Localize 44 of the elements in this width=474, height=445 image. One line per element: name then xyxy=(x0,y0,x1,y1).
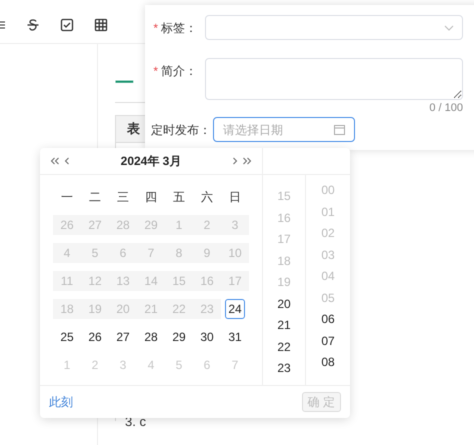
hour-option[interactable]: 22 xyxy=(277,338,291,359)
chevron-down-icon xyxy=(444,24,454,30)
list-icon[interactable] xyxy=(0,18,6,30)
day-cell[interactable]: 31 xyxy=(225,327,245,347)
date-input[interactable]: 请选择日期 xyxy=(223,120,323,138)
minute-option[interactable]: 06 xyxy=(321,310,335,332)
day-cell[interactable]: 29 xyxy=(169,327,189,347)
field-label: 简介： xyxy=(161,63,197,80)
hour-option[interactable]: 23 xyxy=(277,359,291,380)
date-field[interactable]: 请选择日期 xyxy=(213,117,355,142)
weekday-label: 五 xyxy=(172,189,186,206)
weekday-label: 二 xyxy=(88,189,102,206)
strikethrough-icon[interactable] xyxy=(26,18,40,32)
table-icon[interactable] xyxy=(94,18,108,32)
double-chevron-left-icon[interactable] xyxy=(50,157,60,165)
minute-option[interactable]: 07 xyxy=(321,332,335,353)
textarea-field[interactable] xyxy=(205,58,463,100)
weekday-label: 三 xyxy=(116,189,130,206)
required-mark: * xyxy=(153,20,158,36)
day-cell[interactable]: 27 xyxy=(113,327,133,347)
field-label: 标签： xyxy=(161,20,197,36)
minute-option[interactable]: 08 xyxy=(321,353,335,374)
checkbox-icon[interactable] xyxy=(60,18,74,32)
day-cell[interactable]: 28 xyxy=(141,327,161,347)
document-heading: 一 xyxy=(115,73,134,94)
day-cell[interactable]: 24 xyxy=(225,299,245,319)
weekday-label: 四 xyxy=(144,189,158,206)
chevron-left-icon[interactable] xyxy=(64,157,70,165)
day-cell[interactable]: 26 xyxy=(85,327,105,347)
weekday-label: 一 xyxy=(60,189,74,206)
now-link[interactable]: 此刻 xyxy=(49,393,73,411)
chevron-right-icon[interactable] xyxy=(232,157,238,165)
weekday-label: 六 xyxy=(200,189,214,206)
day-cell[interactable]: 30 xyxy=(197,327,217,347)
select-field[interactable] xyxy=(205,15,463,40)
required-mark: * xyxy=(153,63,158,80)
character-counter: 0 / 100 xyxy=(429,101,463,115)
hour-option[interactable]: 20 xyxy=(277,294,291,316)
weekday-label: 日 xyxy=(228,189,242,206)
calendar-icon xyxy=(334,124,345,135)
month-title: 2024年 3月 xyxy=(120,153,182,170)
hour-option[interactable]: 21 xyxy=(277,316,291,338)
day-cell[interactable]: 25 xyxy=(57,327,77,347)
double-chevron-right-icon[interactable] xyxy=(242,157,252,165)
